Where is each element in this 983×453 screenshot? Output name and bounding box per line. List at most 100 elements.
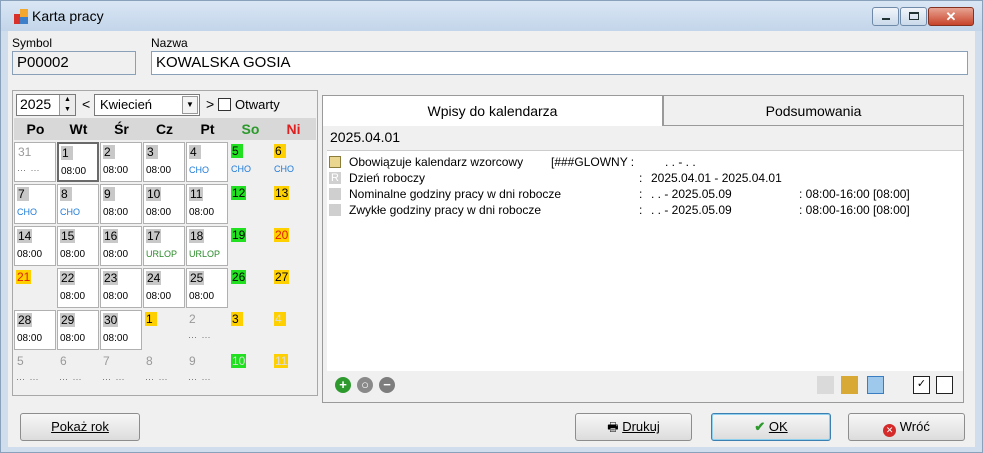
symbol-field[interactable]: P00002: [12, 51, 136, 75]
maximize-button[interactable]: [900, 7, 927, 26]
next-month-button[interactable]: >: [206, 96, 214, 112]
day-cell[interactable]: 27: [272, 268, 314, 308]
list-item[interactable]: R Dzień roboczy:2025.04.01 - 2025.04.01: [327, 171, 963, 186]
add-icon[interactable]: +: [335, 377, 351, 393]
entries-toolbar: + ○ − ✓: [327, 372, 963, 400]
day-number: 9: [189, 354, 196, 368]
ok-button[interactable]: ✔ OK: [711, 413, 831, 441]
day-cell[interactable]: 2 ⋯ ⋯: [186, 310, 228, 350]
entries-list[interactable]: Obowiązuje kalendarz wzorcowy [###GLOWNY …: [327, 150, 963, 371]
day-cell[interactable]: 10: [229, 352, 271, 392]
day-cell[interactable]: 2 08:00: [100, 142, 142, 182]
day-cell[interactable]: 9 ⋯ ⋯: [186, 352, 228, 392]
close-button[interactable]: ✕: [928, 7, 974, 26]
year-spin-buttons[interactable]: ▲ ▼: [59, 95, 75, 115]
day-cell[interactable]: 8 ⋯ ⋯: [143, 352, 185, 392]
day-cell[interactable]: 9 08:00: [100, 184, 142, 224]
uncheck-all-icon[interactable]: [936, 376, 953, 394]
day-number: 30: [103, 313, 119, 327]
day-cell[interactable]: 4: [272, 310, 314, 350]
day-detail: ⋯ ⋯: [59, 374, 83, 384]
day-cell[interactable]: 5 ⋯ ⋯: [14, 352, 56, 392]
day-number: 4: [274, 312, 286, 326]
weekday-header: Po Wt Śr Cz Pt So Ni: [14, 118, 316, 140]
day-cell[interactable]: 22 08:00: [57, 268, 99, 308]
day-cell[interactable]: 20: [272, 226, 314, 266]
year-spinner[interactable]: 2025 ▲ ▼: [16, 94, 76, 116]
weekday-4: Pt: [200, 121, 215, 137]
day-detail: CHO: [60, 207, 80, 217]
list-item[interactable]: Obowiązuje kalendarz wzorcowy [###GLOWNY …: [327, 155, 963, 170]
entry-col-2: 2025.04.01 - 2025.04.01: [651, 171, 782, 185]
day-cell[interactable]: 6 ⋯ ⋯: [57, 352, 99, 392]
prev-month-button[interactable]: <: [82, 96, 90, 112]
day-cell[interactable]: 3: [229, 310, 271, 350]
day-cell[interactable]: 23 08:00: [100, 268, 142, 308]
day-number: 7: [103, 354, 110, 368]
day-number: 11: [189, 187, 204, 201]
month-select[interactable]: Kwiecień ▼: [94, 94, 200, 116]
day-number: 9: [103, 187, 115, 201]
day-cell[interactable]: 21: [14, 268, 56, 308]
day-cell[interactable]: 18 URLOP: [186, 226, 228, 266]
day-cell[interactable]: 1: [143, 310, 185, 350]
day-number: 28: [17, 313, 33, 327]
day-cell[interactable]: 4 CHO: [186, 142, 228, 182]
chevron-down-icon[interactable]: ▼: [182, 96, 198, 114]
weekday-2: Śr: [114, 121, 129, 137]
title-bar[interactable]: Karta pracy ✕: [1, 1, 982, 31]
paste-icon[interactable]: [841, 376, 858, 394]
day-number: 11: [274, 354, 289, 368]
day-detail: CHO: [17, 207, 37, 217]
day-number: 17: [146, 229, 162, 243]
day-cell[interactable]: 12: [229, 184, 271, 224]
print-button[interactable]: 🖶 Drukuj: [575, 413, 692, 441]
otwarty-checkbox[interactable]: [218, 98, 231, 111]
day-cell[interactable]: 15 08:00: [57, 226, 99, 266]
day-cell[interactable]: 7 ⋯ ⋯: [100, 352, 142, 392]
tab-wpisy[interactable]: Wpisy do kalendarza: [322, 95, 663, 126]
day-cell[interactable]: 11 08:00: [186, 184, 228, 224]
day-cell[interactable]: 11: [272, 352, 314, 392]
day-cell[interactable]: 25 08:00: [186, 268, 228, 308]
day-cell[interactable]: 26: [229, 268, 271, 308]
day-number: 1: [61, 146, 73, 160]
calendar-icon[interactable]: [867, 376, 884, 394]
day-cell[interactable]: 1 08:00: [57, 142, 99, 182]
day-cell[interactable]: 8 CHO: [57, 184, 99, 224]
list-item[interactable]: Nominalne godziny pracy w dni robocze: . …: [327, 187, 963, 202]
search-icon[interactable]: ○: [357, 377, 373, 393]
nazwa-label: Nazwa: [151, 36, 188, 50]
day-cell[interactable]: 14 08:00: [14, 226, 56, 266]
list-item[interactable]: Zwykłe godziny pracy w dni robocze: . . -…: [327, 203, 963, 218]
day-detail: CHO: [189, 165, 209, 175]
nazwa-field[interactable]: KOWALSKA GOSIA: [151, 51, 968, 75]
day-cell[interactable]: 30 08:00: [100, 310, 142, 350]
tab-podsumowania[interactable]: Podsumowania: [663, 95, 964, 126]
day-cell[interactable]: 29 08:00: [57, 310, 99, 350]
day-cell[interactable]: 5 CHO: [229, 142, 271, 182]
minimize-button[interactable]: [872, 7, 899, 26]
remove-icon[interactable]: −: [379, 377, 395, 393]
copy-icon[interactable]: [817, 376, 834, 394]
show-year-button[interactable]: Pokaż rok: [20, 413, 140, 441]
day-cell[interactable]: 6 CHO: [272, 142, 314, 182]
day-detail: 08:00: [146, 291, 172, 302]
day-cell[interactable]: 7 CHO: [14, 184, 56, 224]
day-detail: ⋯ ⋯: [188, 332, 212, 342]
day-number: 13: [274, 186, 290, 200]
day-cell[interactable]: 10 08:00: [143, 184, 185, 224]
day-cell[interactable]: 17 URLOP: [143, 226, 185, 266]
karta-pracy-window: Karta pracy ✕ Symbol P00002 Nazwa KOWALS…: [0, 0, 983, 453]
day-cell[interactable]: 19: [229, 226, 271, 266]
day-cell[interactable]: 31 ⋯ ⋯: [14, 142, 56, 182]
check-all-icon[interactable]: ✓: [913, 376, 930, 394]
dialog-client: Symbol P00002 Nazwa KOWALSKA GOSIA 2025 …: [8, 31, 975, 447]
day-cell[interactable]: 3 08:00: [143, 142, 185, 182]
back-button[interactable]: ✕ Wróć: [848, 413, 965, 441]
day-cell[interactable]: 16 08:00: [100, 226, 142, 266]
day-cell[interactable]: 24 08:00: [143, 268, 185, 308]
day-cell[interactable]: 28 08:00: [14, 310, 56, 350]
day-detail: ⋯ ⋯: [17, 165, 41, 175]
day-cell[interactable]: 13: [272, 184, 314, 224]
